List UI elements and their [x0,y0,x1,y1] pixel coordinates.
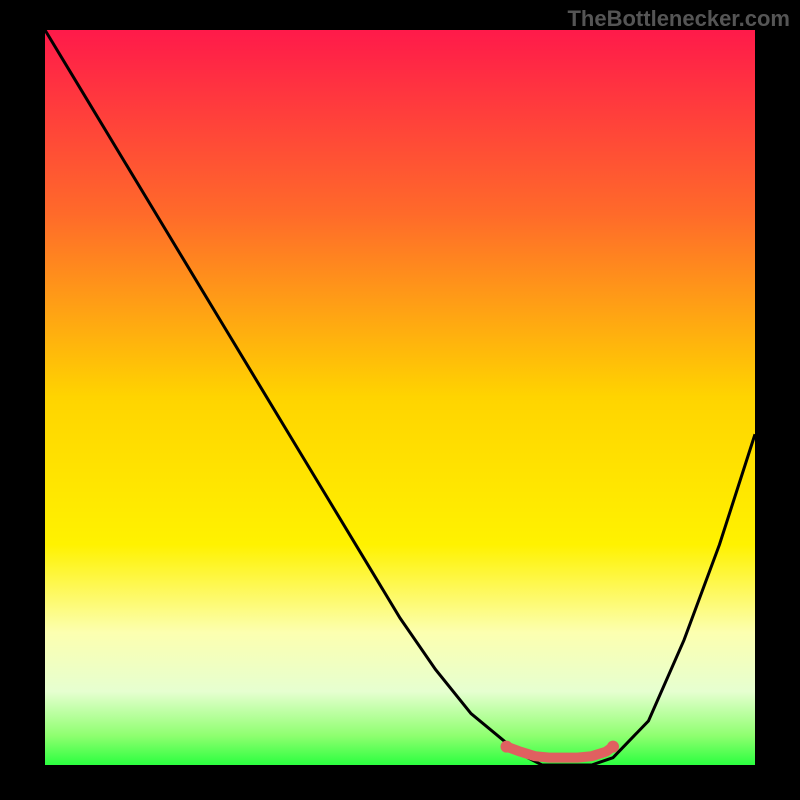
plot-background [45,30,755,765]
watermark-text: TheBottlenecker.com [567,6,790,32]
chart-svg [0,0,800,800]
